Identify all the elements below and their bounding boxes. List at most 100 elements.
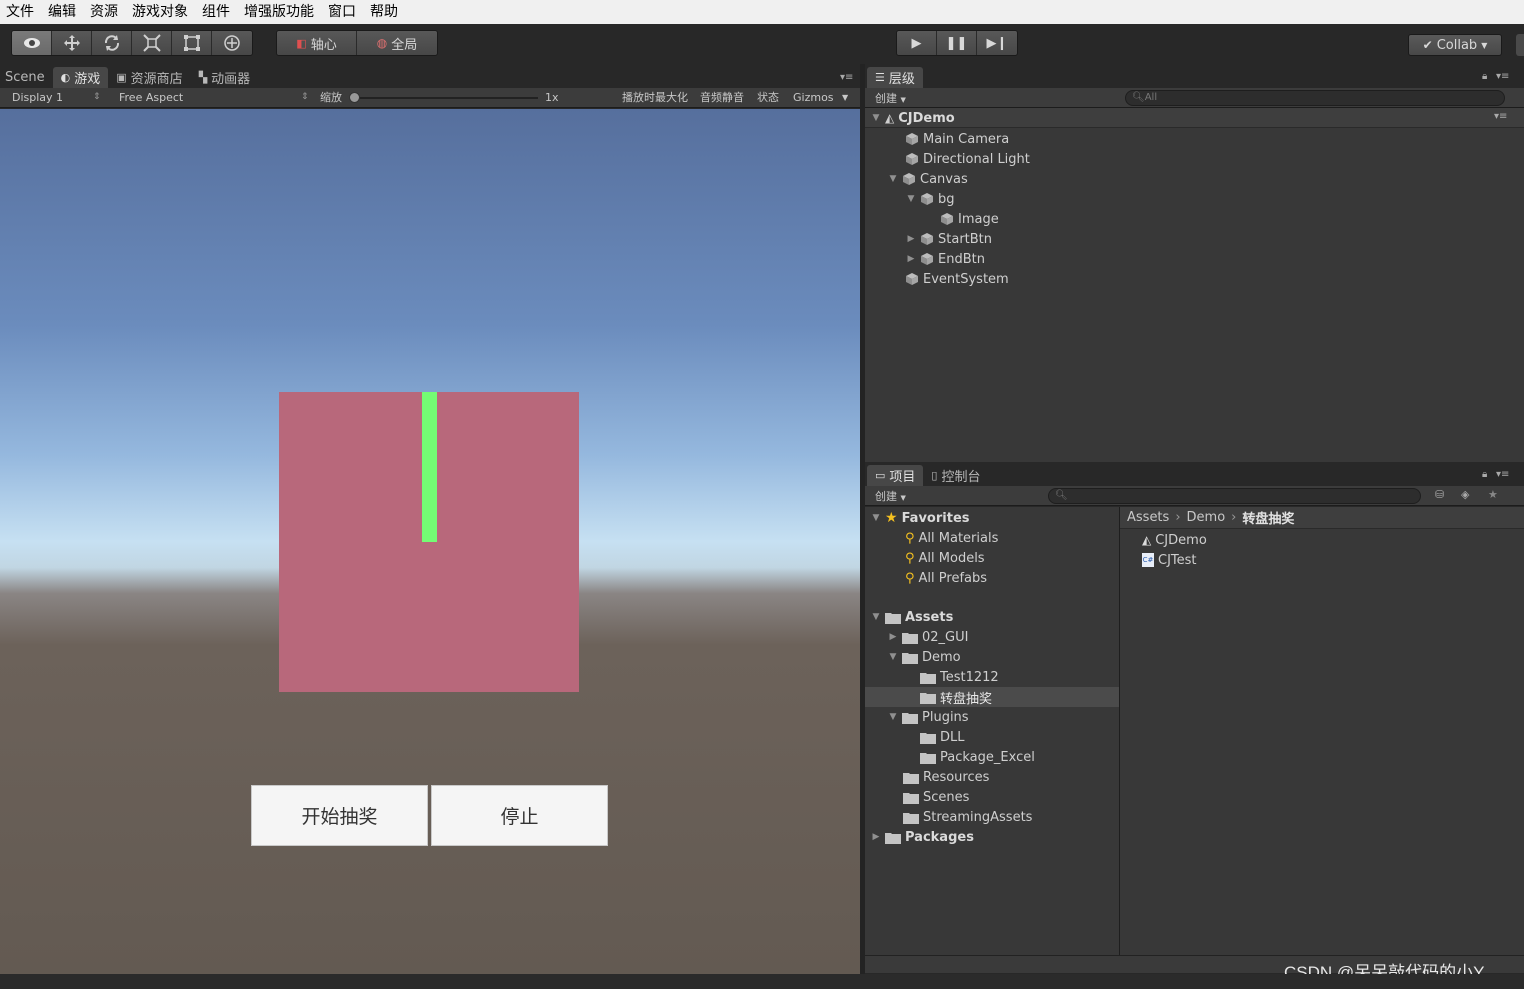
expand-arrow-icon[interactable]: ▼	[888, 174, 898, 184]
filter-label-icon[interactable]: ◈	[1461, 488, 1469, 501]
menu-window[interactable]: 窗口	[321, 0, 363, 24]
tab-hierarchy[interactable]: ☰ 层级	[867, 67, 923, 88]
panel-menu-icon[interactable]: ▾≡	[1496, 71, 1509, 82]
menu-component[interactable]: 组件	[195, 0, 237, 24]
scale-tool-button[interactable]	[132, 31, 172, 55]
file-cjtest-script[interactable]: C# CJTest	[1142, 550, 1197, 570]
pivot-button[interactable]: ◧ 轴心	[277, 31, 357, 55]
favorite-star-icon[interactable]: ★	[1488, 488, 1498, 501]
folder-label: 02_GUI	[922, 629, 969, 645]
lock-icon[interactable]: 🔒︎	[1482, 71, 1487, 82]
dropdown-arrow-icon: ▼	[1481, 40, 1488, 50]
display-dropdown[interactable]: Display 1	[12, 88, 63, 107]
tab-console[interactable]: ▯ 控制台	[923, 465, 988, 486]
scene-menu-icon[interactable]: ▾≡	[1494, 111, 1507, 122]
hierarchy-item-endbtn[interactable]: ▶ EndBtn	[906, 249, 985, 269]
menu-help[interactable]: 帮助	[363, 0, 405, 24]
collapse-arrow-icon[interactable]: ▶	[906, 234, 916, 244]
favorite-all-materials[interactable]: ⚲ All Materials	[905, 528, 998, 548]
file-cjdemo-scene[interactable]: ◭ CJDemo	[1142, 530, 1207, 550]
breadcrumb-demo[interactable]: Demo	[1187, 510, 1226, 525]
favorite-all-prefabs[interactable]: ⚲ All Prefabs	[905, 568, 987, 588]
packages-header[interactable]: ▶ Packages	[871, 827, 974, 847]
collapse-arrow-icon[interactable]: ▶	[888, 632, 898, 642]
project-search-input[interactable]: 🔍︎	[1048, 488, 1421, 504]
favorites-header[interactable]: ▼ ★ Favorites	[871, 508, 970, 528]
hierarchy-search-input[interactable]: 🔍︎All	[1125, 90, 1505, 106]
tab-asset-store[interactable]: ▣ 资源商店	[108, 67, 190, 88]
hierarchy-tree: ▼ ◭ CJDemo ▾≡ Main Camera Directional Li…	[865, 108, 1524, 462]
mute-audio-toggle[interactable]: 音频静音	[700, 88, 744, 107]
view-tool-button[interactable]	[12, 31, 52, 55]
hierarchy-item-startbtn[interactable]: ▶ StartBtn	[906, 229, 992, 249]
scale-slider-track[interactable]	[350, 97, 538, 99]
folder-resources[interactable]: Resources	[903, 767, 989, 787]
collab-button[interactable]: ✔ Collab ▼	[1408, 34, 1502, 56]
hierarchy-create-dropdown[interactable]: 创建 ▼	[875, 90, 906, 106]
breadcrumb: Assets › Demo › 转盘抽奖	[1120, 507, 1524, 529]
menu-enhanced[interactable]: 增强版功能	[237, 0, 321, 24]
collapse-arrow-icon[interactable]: ▶	[906, 254, 916, 264]
assets-header[interactable]: ▼ Assets	[871, 607, 954, 627]
folder-scenes[interactable]: Scenes	[903, 787, 969, 807]
hierarchy-item-main-camera[interactable]: Main Camera	[905, 129, 1009, 149]
scale-slider-handle[interactable]	[349, 92, 360, 103]
start-lottery-button[interactable]: 开始抽奖	[251, 785, 428, 846]
panel-menu-icon[interactable]: ▾≡	[840, 72, 853, 83]
pause-button[interactable]: ❚❚	[937, 31, 977, 55]
maximize-on-play-toggle[interactable]: 播放时最大化	[622, 88, 688, 107]
aspect-dropdown[interactable]: Free Aspect	[119, 88, 183, 107]
folder-plugins[interactable]: ▼ Plugins	[888, 707, 969, 727]
hierarchy-item-bg[interactable]: ▼ bg	[906, 189, 955, 209]
global-button[interactable]: ◍ 全局	[357, 31, 437, 55]
stats-toggle[interactable]: 状态	[757, 88, 779, 107]
hierarchy-item-image[interactable]: Image	[940, 209, 999, 229]
menu-file[interactable]: 文件	[0, 0, 41, 24]
gizmos-dropdown-icon[interactable]: ▼	[842, 88, 848, 107]
folder-02-gui[interactable]: ▶ 02_GUI	[888, 627, 969, 647]
expand-arrow-icon[interactable]: ▼	[906, 194, 916, 204]
hierarchy-item-canvas[interactable]: ▼ Canvas	[888, 169, 968, 189]
gizmos-toggle[interactable]: Gizmos	[793, 88, 834, 107]
expand-arrow-icon[interactable]: ▼	[871, 113, 881, 123]
main-toolbar: ◧ 轴心 ◍ 全局 ▶ ❚❚ ▶❙ ✔ Collab ▼	[0, 24, 1524, 64]
play-button[interactable]: ▶	[897, 31, 937, 55]
scene-root-row[interactable]: ▼ ◭ CJDemo ▾≡	[865, 108, 1524, 128]
menu-assets[interactable]: 资源	[83, 0, 125, 24]
folder-streaming-assets[interactable]: StreamingAssets	[903, 807, 1032, 827]
collapse-arrow-icon[interactable]: ▶	[871, 832, 881, 842]
hierarchy-tabs: ☰ 层级 🔒︎ ▾≡	[865, 66, 1524, 88]
step-button[interactable]: ▶❙	[977, 31, 1017, 55]
menu-edit[interactable]: 编辑	[41, 0, 83, 24]
folder-demo[interactable]: ▼ Demo	[888, 647, 961, 667]
breadcrumb-assets[interactable]: Assets	[1127, 510, 1169, 525]
hierarchy-item-directional-light[interactable]: Directional Light	[905, 149, 1030, 169]
hierarchy-item-eventsystem[interactable]: EventSystem	[905, 269, 1009, 289]
folder-dll[interactable]: DLL	[920, 727, 965, 747]
expand-arrow-icon[interactable]: ▼	[871, 513, 881, 523]
folder-lottery-wheel[interactable]: 转盘抽奖	[920, 687, 992, 707]
tab-scene[interactable]: Scene	[0, 67, 53, 88]
menu-gameobject[interactable]: 游戏对象	[125, 0, 195, 24]
rect-tool-button[interactable]	[172, 31, 212, 55]
move-tool-button[interactable]	[52, 31, 92, 55]
expand-arrow-icon[interactable]: ▼	[888, 712, 898, 722]
project-create-dropdown[interactable]: 创建 ▼	[875, 488, 906, 504]
tab-game[interactable]: ◐ 游戏	[52, 67, 109, 88]
expand-arrow-icon[interactable]: ▼	[871, 612, 881, 622]
tab-animator[interactable]: ▚ 动画器	[191, 67, 258, 88]
tab-project[interactable]: ▭ 项目	[867, 465, 924, 486]
transform-tool-button[interactable]	[212, 31, 252, 55]
stop-button[interactable]: 停止	[431, 785, 608, 846]
folder-test1212[interactable]: Test1212	[920, 667, 999, 687]
layers-dropdown[interactable]	[1516, 34, 1524, 56]
gameobject-cube-icon	[941, 213, 953, 225]
filter-type-icon[interactable]: ⛁	[1435, 488, 1444, 501]
folder-package-excel[interactable]: Package_Excel	[920, 747, 1035, 767]
expand-arrow-icon[interactable]: ▼	[888, 652, 898, 662]
favorite-all-models[interactable]: ⚲ All Models	[905, 548, 985, 568]
breadcrumb-current[interactable]: 转盘抽奖	[1242, 508, 1294, 527]
lock-icon[interactable]: 🔒︎	[1482, 469, 1487, 480]
rotate-tool-button[interactable]	[92, 31, 132, 55]
panel-menu-icon[interactable]: ▾≡	[1496, 469, 1509, 480]
